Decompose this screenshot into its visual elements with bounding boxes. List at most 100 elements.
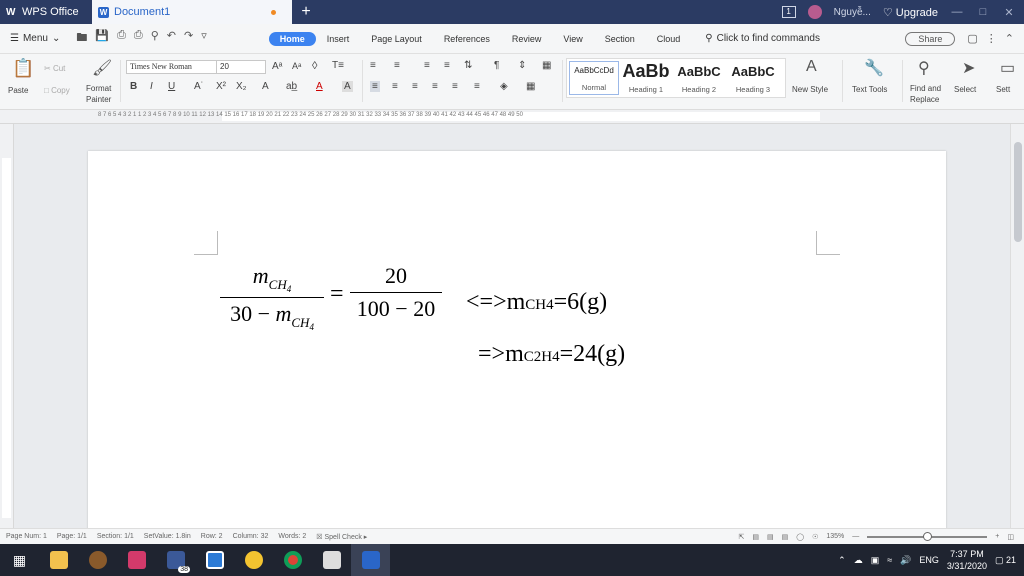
collapse-ribbon-icon[interactable]: ⌃: [1005, 32, 1014, 45]
customize-quick-access-icon[interactable]: ▿: [201, 29, 207, 48]
tab-page-layout[interactable]: Page Layout: [360, 32, 433, 46]
tab-cloud[interactable]: Cloud: [646, 32, 692, 46]
increase-indent-icon[interactable]: ≡: [444, 60, 450, 71]
page-mode-icon[interactable]: ▤: [752, 533, 759, 541]
menu-button[interactable]: ☰ Menu ⌄: [0, 33, 70, 44]
find-replace-icon[interactable]: ⚲: [918, 58, 930, 78]
phonetic-guide-icon[interactable]: T≡: [332, 60, 344, 71]
minimize-icon[interactable]: —: [950, 6, 964, 18]
bullets-icon[interactable]: ≡: [370, 60, 376, 71]
status-page-num[interactable]: Page Num: 1: [6, 533, 47, 540]
tab-section[interactable]: Section: [594, 32, 646, 46]
table-icon[interactable]: ▦: [542, 60, 551, 71]
clear-format-icon[interactable]: ◊: [312, 60, 317, 72]
app-tab[interactable]: W WPS Office: [0, 0, 92, 24]
status-column[interactable]: Column: 32: [233, 533, 269, 540]
style-heading-1[interactable]: AaBb Heading 1: [621, 61, 671, 94]
user-name[interactable]: Nguyễ...: [834, 7, 871, 18]
eye-protection-icon[interactable]: ☉: [812, 533, 818, 541]
shrink-font-icon[interactable]: Aᵃ: [292, 61, 301, 71]
new-style-button[interactable]: New Style: [792, 85, 828, 94]
style-normal[interactable]: AaBbCcDd Normal: [569, 61, 619, 95]
paste-icon[interactable]: 📋: [12, 58, 34, 79]
language-indicator[interactable]: ENG: [919, 555, 939, 565]
volume-icon[interactable]: 🔊: [900, 555, 911, 566]
status-set-value[interactable]: SetValue: 1.8in: [144, 533, 191, 540]
restore-icon[interactable]: □: [976, 6, 990, 18]
window-count-badge[interactable]: 1: [781, 6, 796, 18]
vertical-ruler[interactable]: [0, 124, 14, 528]
decrease-indent-icon[interactable]: ≡: [424, 60, 430, 71]
tab-insert[interactable]: Insert: [316, 32, 361, 46]
export-pdf-icon[interactable]: ⎙: [117, 29, 126, 48]
zoom-slider-knob[interactable]: [923, 531, 933, 541]
copy-button[interactable]: □ Copy: [44, 86, 70, 95]
settings-button[interactable]: Sett: [996, 85, 1010, 94]
zoom-slider[interactable]: [867, 531, 988, 541]
save-icon[interactable]: 💾: [95, 29, 109, 48]
taskbar-wps-writer[interactable]: [351, 544, 390, 576]
underline-icon[interactable]: U: [168, 81, 175, 92]
taskbar-facebook[interactable]: 38: [156, 544, 195, 576]
find-replace-label-2[interactable]: Replace: [910, 95, 939, 104]
superscript-icon[interactable]: X²: [216, 81, 226, 92]
outline-mode-icon[interactable]: ▤: [767, 533, 774, 541]
open-folder-icon[interactable]: 🖿: [76, 29, 87, 48]
document-canvas[interactable]: mCH4 30 − mCH4 = 20 100 − 20 <=>mCH4=6(g…: [14, 124, 1010, 528]
paste-button[interactable]: Paste: [8, 86, 28, 95]
taskbar-cookie-app[interactable]: [78, 544, 117, 576]
status-section[interactable]: Section: 1/1: [97, 533, 134, 540]
comment-icon[interactable]: ▢: [967, 32, 977, 45]
borders-icon[interactable]: ▦: [526, 81, 535, 92]
wifi-icon[interactable]: ≈: [887, 555, 892, 565]
security-icon[interactable]: ▣: [871, 555, 880, 566]
zoom-in-icon[interactable]: +: [995, 533, 999, 540]
fraction-left[interactable]: mCH4 30 − mCH4: [220, 263, 324, 332]
new-style-icon[interactable]: A: [806, 58, 817, 76]
taskbar-game-app[interactable]: [117, 544, 156, 576]
text-effect-icon[interactable]: A: [262, 81, 269, 92]
shading-icon[interactable]: ◈: [500, 81, 508, 92]
print-icon[interactable]: ⎙: [134, 29, 143, 48]
taskbar-tablet-app[interactable]: [195, 544, 234, 576]
tab-references[interactable]: References: [433, 32, 501, 46]
zoom-level[interactable]: 135%: [826, 533, 844, 540]
new-tab-button[interactable]: +: [292, 0, 320, 24]
spell-check-button[interactable]: ☒ Spell Check ▸: [316, 533, 367, 541]
format-painter-label-2[interactable]: Painter: [86, 95, 111, 104]
read-mode-icon[interactable]: ▤: [782, 533, 789, 541]
fit-page-icon[interactable]: ◫: [1007, 533, 1014, 541]
status-page[interactable]: Page: 1/1: [57, 533, 87, 540]
web-layout-icon[interactable]: ◯: [796, 533, 804, 541]
highlight-icon[interactable]: ab̲: [286, 81, 297, 92]
cloud-icon[interactable]: ☁: [854, 555, 863, 566]
document-page[interactable]: mCH4 30 − mCH4 = 20 100 − 20 <=>mCH4=6(g…: [88, 151, 946, 528]
sort-icon[interactable]: ⇅: [464, 60, 472, 71]
upgrade-button[interactable]: ♡ Upgrade: [883, 6, 938, 19]
format-painter-icon[interactable]: 🖌: [92, 58, 112, 78]
bold-icon[interactable]: B: [130, 81, 137, 92]
distribute-icon[interactable]: ≡: [452, 81, 458, 92]
fraction-right[interactable]: 20 100 − 20: [350, 263, 442, 322]
horizontal-ruler[interactable]: 8 7 6 5 4 3 2 1 1 2 3 4 5 6 7 8 9 10 11 …: [0, 110, 1024, 124]
settings-icon[interactable]: ▭: [1000, 58, 1015, 78]
show-marks-icon[interactable]: ¶: [494, 60, 499, 71]
taskbar-norton-app[interactable]: [234, 544, 273, 576]
char-shading-icon[interactable]: A: [342, 81, 353, 92]
notification-center-button[interactable]: ▢ 21: [995, 555, 1016, 566]
italic-icon[interactable]: I: [150, 81, 153, 92]
text-tools-icon[interactable]: 🔧: [864, 58, 884, 78]
align-right-icon[interactable]: ≡: [412, 81, 418, 92]
taskbar-photos[interactable]: [312, 544, 351, 576]
status-row[interactable]: Row: 2: [201, 533, 223, 540]
scrollbar-thumb[interactable]: [1014, 142, 1022, 242]
result-line-1[interactable]: <=>mCH4=6(g): [466, 289, 607, 316]
style-heading-2[interactable]: AaBbC Heading 2: [673, 61, 725, 94]
select-button[interactable]: Select: [954, 85, 976, 94]
text-tools-button[interactable]: Text Tools: [852, 85, 887, 94]
taskbar-file-explorer[interactable]: [39, 544, 78, 576]
tab-review[interactable]: Review: [501, 32, 553, 46]
print-preview-icon[interactable]: ⚲: [151, 29, 159, 48]
tab-home[interactable]: Home: [268, 31, 316, 46]
paragraph-spacing-icon[interactable]: ≡: [474, 81, 480, 92]
